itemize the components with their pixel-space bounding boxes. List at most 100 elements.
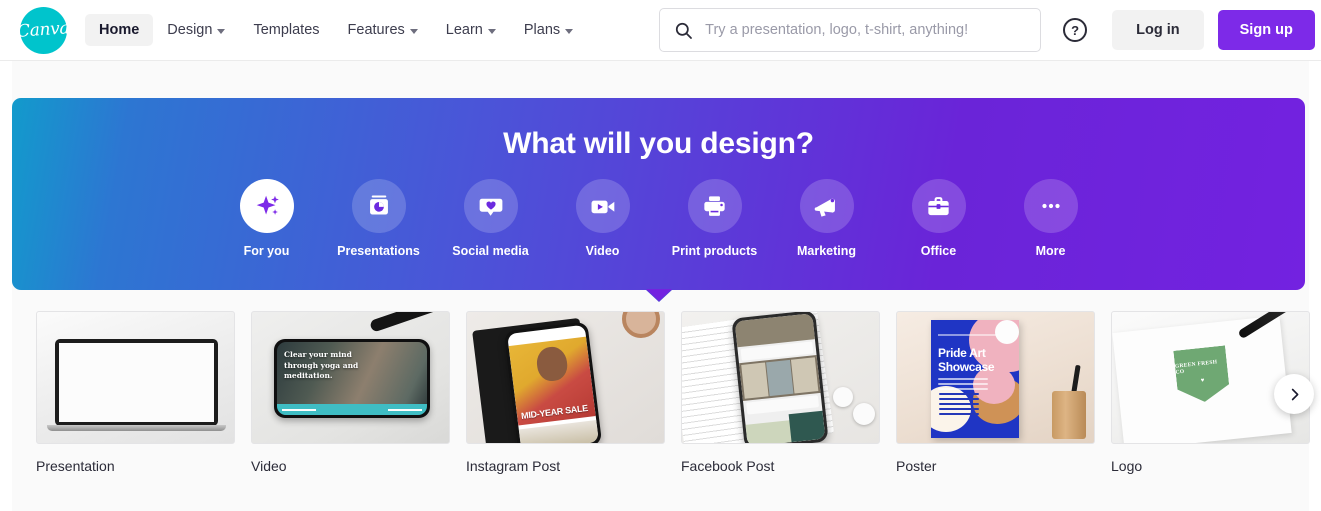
- card-label-facebook-post: Facebook Post: [681, 458, 775, 474]
- search-container: [659, 8, 1042, 52]
- decorative-blob: [995, 320, 1019, 344]
- pen-prop: [369, 312, 443, 333]
- category-marketing[interactable]: Marketing: [771, 179, 883, 258]
- poster-eyebrow-line: [938, 334, 998, 336]
- card-label-video: Video: [251, 458, 287, 474]
- chevron-down-icon: [487, 28, 496, 34]
- poster-title: Pride Art Showcase: [938, 346, 995, 374]
- category-icon-circle: [239, 179, 294, 233]
- instagram-photo: MID-YEAR SALE: [508, 336, 596, 426]
- category-label-social-media: Social media: [452, 244, 529, 258]
- nav-item-templates[interactable]: Templates: [239, 14, 333, 46]
- design-card-poster[interactable]: Pride Art Showcase Poster: [896, 311, 1095, 474]
- category-label-print-products: Print products: [671, 244, 758, 258]
- heart-icon: ♥: [1200, 377, 1205, 385]
- text-line: [939, 413, 979, 415]
- signup-button[interactable]: Sign up: [1217, 10, 1315, 50]
- hero-banner: What will you design? For you Presentati…: [12, 98, 1305, 302]
- text-line: [938, 388, 988, 390]
- model-figure: [535, 345, 570, 383]
- text-line: [939, 398, 979, 400]
- category-video[interactable]: Video: [547, 179, 659, 258]
- design-card-presentation[interactable]: Presentation: [36, 311, 235, 474]
- category-office[interactable]: Office: [883, 179, 995, 258]
- category-presentations[interactable]: Presentations: [323, 179, 435, 258]
- video-camera-icon: [591, 200, 615, 213]
- nav-item-design[interactable]: Design: [153, 14, 239, 46]
- nav-label-templates: Templates: [253, 22, 320, 38]
- nav-item-plans[interactable]: Plans: [510, 14, 587, 46]
- thumbnail-poster: Pride Art Showcase: [896, 311, 1095, 444]
- category-icon-circle: [351, 179, 406, 233]
- nav-item-learn[interactable]: Learn: [432, 14, 510, 46]
- ellipsis-icon: [1041, 203, 1060, 209]
- laptop-screen: [59, 343, 214, 422]
- design-card-instagram-post[interactable]: MID-YEAR SALE Instagram Post: [466, 311, 665, 474]
- poster-body-lines: [939, 393, 979, 418]
- phone-mockup: [731, 312, 829, 443]
- category-print-products[interactable]: Print products: [659, 179, 771, 258]
- chevron-down-icon: [409, 28, 418, 34]
- canva-logo[interactable]: Canva: [17, 6, 70, 54]
- nav-item-features[interactable]: Features: [334, 14, 432, 46]
- canva-homepage: Canva Home Design Templates Features Lea…: [0, 0, 1321, 511]
- pencil-cup-prop: [1052, 391, 1086, 439]
- carousel-next-button[interactable]: [1274, 374, 1314, 414]
- category-icon-circle: [799, 179, 854, 233]
- progress-arrow: [388, 408, 422, 411]
- phone-mockup: Clear your mind through yoga and meditat…: [274, 339, 430, 418]
- category-social-media[interactable]: Social media: [435, 179, 547, 258]
- card-label-instagram-post: Instagram Post: [466, 458, 561, 474]
- category-label-marketing: Marketing: [796, 244, 857, 258]
- earbud-prop: [833, 387, 853, 407]
- heart-bubble-icon: [479, 198, 502, 216]
- chevron-down-icon: [565, 28, 574, 34]
- thumbnail-logo: GREEN FRESH CO ♥: [1111, 311, 1310, 444]
- text-line: [938, 383, 988, 385]
- site-header: Canva Home Design Templates Features Lea…: [0, 0, 1321, 61]
- earbud-prop: [853, 403, 875, 425]
- category-label-presentations: Presentations: [337, 244, 420, 258]
- thumbnail-instagram-post: MID-YEAR SALE: [466, 311, 665, 444]
- card-label-poster: Poster: [896, 458, 937, 474]
- nav-item-home[interactable]: Home: [85, 14, 154, 46]
- search-box[interactable]: [659, 8, 1042, 52]
- login-button[interactable]: Log in: [1112, 10, 1204, 50]
- help-icon[interactable]: ?: [1063, 18, 1088, 42]
- content-area: What will you design? For you Presentati…: [12, 61, 1314, 511]
- category-icon-circle: [687, 179, 742, 233]
- active-tab-pointer: [645, 289, 672, 301]
- canva-logo-text: Canva: [16, 18, 71, 42]
- design-type-carousel: Presentation Clear your mind through yog…: [36, 311, 1310, 474]
- page-title: What will you design?: [503, 127, 814, 160]
- nav-label-plans: Plans: [523, 22, 561, 38]
- category-more[interactable]: More: [995, 179, 1107, 258]
- presentation-icon: [369, 195, 388, 215]
- design-card-video[interactable]: Clear your mind through yoga and meditat…: [251, 311, 450, 474]
- category-row: For you Presentations Social media Video…: [12, 179, 1305, 258]
- phone-screen: Clear your mind through yoga and meditat…: [277, 342, 427, 415]
- category-label-for-you: For you: [243, 244, 290, 258]
- feed-bottom-accent: [788, 410, 826, 443]
- thumbnail-facebook-post: [681, 311, 880, 444]
- search-icon: [676, 22, 693, 39]
- design-card-facebook-post[interactable]: Facebook Post: [681, 311, 880, 474]
- megaphone-icon: [814, 198, 835, 217]
- nav-label-design: Design: [167, 22, 213, 38]
- phone-screen: [734, 313, 826, 443]
- text-line: [939, 403, 979, 405]
- thumbnail-video: Clear your mind through yoga and meditat…: [251, 311, 450, 444]
- grid-cell: [741, 362, 769, 399]
- category-icon-circle: [463, 179, 518, 233]
- category-label-more: More: [1035, 244, 1066, 258]
- sparkle-icon: [256, 195, 279, 215]
- text-line: [939, 393, 979, 395]
- category-icon-circle: [575, 179, 630, 233]
- search-input[interactable]: [705, 22, 1036, 38]
- category-for-you[interactable]: For you: [211, 179, 323, 258]
- laptop-mockup: [55, 339, 218, 426]
- chevron-down-icon: [217, 28, 226, 34]
- text-line: [938, 378, 988, 380]
- category-icon-circle: [1023, 179, 1078, 233]
- printer-icon: [704, 195, 725, 216]
